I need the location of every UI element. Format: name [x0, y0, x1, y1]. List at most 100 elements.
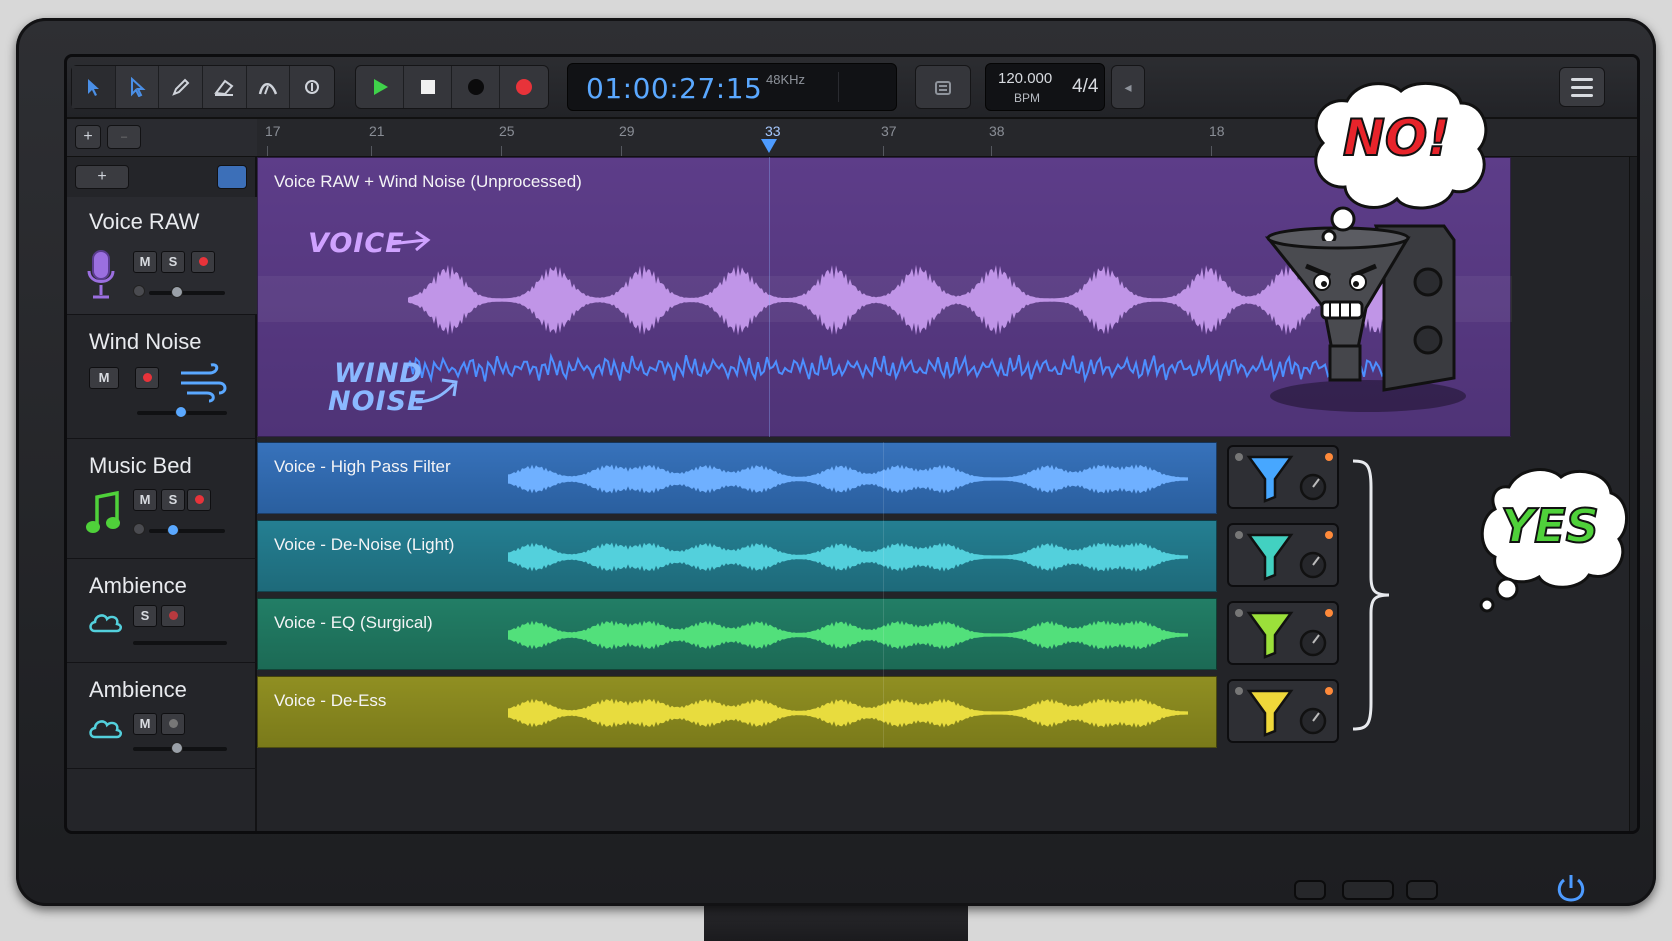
waveform — [508, 542, 1188, 572]
yes-speech-bubble: YES — [1479, 465, 1629, 615]
track-header-wind-noise[interactable]: Wind Noise M — [67, 315, 257, 439]
record-dot-icon — [142, 373, 152, 382]
tool-palette — [71, 65, 335, 109]
clip-voice-high-pass[interactable]: Voice - High Pass Filter — [257, 442, 1217, 514]
eraser-tool-button[interactable] — [203, 66, 247, 108]
record-arm-button[interactable] — [500, 66, 548, 108]
fade-tool-button[interactable] — [247, 66, 291, 108]
track-header-voice-raw[interactable]: Voice RAW M S — [67, 197, 257, 315]
funnel-yellow-icon — [1246, 689, 1327, 737]
clip-voice-de-ess[interactable]: Voice - De-Ess — [257, 676, 1217, 748]
angry-funnel-plugin-icon — [1264, 224, 1466, 412]
header-tools[interactable]: + — [75, 165, 129, 189]
play-button[interactable] — [356, 66, 404, 108]
funnel-teal-icon — [1246, 533, 1327, 581]
timecode-display: 01:00:27:15 — [586, 72, 763, 105]
daw-window: 01:00:27:15 48KHz 120.000 BPM 4/4 ◂ + – … — [64, 54, 1640, 834]
no-speech-bubble: NO! — [1307, 81, 1491, 245]
volume-slider[interactable] — [133, 641, 227, 645]
zoom-tool-button[interactable] — [290, 66, 334, 108]
track-header-ambience-2[interactable]: Ambience M — [67, 663, 257, 769]
stop-icon — [420, 80, 435, 94]
arrow-select-icon — [131, 77, 146, 97]
volume-slider[interactable] — [149, 291, 225, 295]
pencil-tool-button[interactable] — [159, 66, 204, 108]
record-dot-icon — [168, 611, 178, 620]
ruler-mark: 18 — [1209, 123, 1225, 139]
format-display — [838, 72, 888, 102]
ruler-mark: 25 — [499, 123, 515, 139]
tempo-display[interactable]: 120.000 BPM 4/4 — [985, 63, 1105, 111]
vertical-scrollbar[interactable] — [1629, 157, 1637, 831]
power-button[interactable] — [1552, 870, 1590, 908]
metronome-button[interactable] — [915, 65, 971, 109]
zoom-icon — [305, 80, 320, 94]
mute-button[interactable]: M — [89, 367, 119, 389]
solo-button[interactable]: S — [161, 489, 185, 511]
pencil-icon — [171, 78, 190, 96]
arrow-pointer-icon — [88, 79, 100, 96]
clip-voice-eq[interactable]: Voice - EQ (Surgical) — [257, 598, 1217, 670]
record-dot-icon — [194, 495, 204, 504]
volume-slider[interactable] — [149, 529, 225, 533]
record-button[interactable] — [452, 66, 500, 108]
monitor: 01:00:27:15 48KHz 120.000 BPM 4/4 ◂ + – … — [16, 18, 1656, 906]
ruler-mark: 38 — [989, 123, 1005, 139]
record-arm-button[interactable] — [187, 489, 211, 511]
solo-button[interactable]: S — [161, 251, 185, 273]
plugin-de-noise[interactable] — [1227, 523, 1339, 587]
mute-button[interactable]: M — [133, 489, 157, 511]
clip-voice-denoise[interactable]: Voice - De-Noise (Light) — [257, 520, 1217, 592]
mute-button[interactable]: M — [133, 713, 157, 735]
record-arm-button[interactable] — [161, 605, 185, 627]
metronome-toggle[interactable] — [916, 66, 970, 108]
volume-slider-knob[interactable] — [167, 524, 179, 536]
wind-annotation-line2: NOISE — [328, 386, 427, 417]
plugin-de-ess[interactable] — [1227, 679, 1339, 743]
funnel-blue-icon — [1246, 455, 1327, 503]
waveform — [508, 620, 1188, 650]
select-tool-button[interactable] — [116, 66, 160, 108]
monitor-stand — [704, 900, 968, 941]
bracket-icon — [1352, 459, 1390, 731]
pan-knob[interactable] — [133, 523, 145, 535]
count-in-button[interactable]: ◂ — [1111, 65, 1145, 109]
pan-knob[interactable] — [133, 285, 145, 297]
track-header-music-bed[interactable]: Music Bed M S — [67, 439, 257, 559]
volume-slider-knob[interactable] — [175, 406, 187, 418]
track-options-button[interactable]: – — [107, 125, 141, 149]
volume-slider-knob[interactable] — [171, 286, 183, 298]
eraser-icon — [214, 79, 234, 96]
playhead-marker[interactable] — [761, 139, 777, 153]
header-toolbar: + – — [67, 119, 257, 157]
solo-button[interactable]: S — [133, 605, 157, 627]
stop-button[interactable] — [404, 66, 452, 108]
plugin-eq[interactable] — [1227, 601, 1339, 665]
hamburger-icon — [1571, 77, 1593, 81]
monitor-button[interactable] — [1342, 880, 1394, 900]
ruler-mark: 29 — [619, 123, 635, 139]
metronome-icon — [935, 81, 951, 95]
playhead-line — [769, 157, 770, 437]
microphone-icon — [87, 250, 115, 299]
time-display: 01:00:27:15 48KHz — [567, 63, 897, 111]
funnel-green-icon — [1246, 611, 1327, 659]
plugin-high-pass-filter[interactable] — [1227, 445, 1339, 509]
cloud-icon — [89, 614, 122, 633]
header-view-toggle[interactable] — [217, 165, 247, 189]
main-menu-button[interactable] — [1559, 67, 1605, 107]
record-arm-button[interactable] — [191, 251, 215, 273]
ruler-mark: 21 — [369, 123, 385, 139]
ruler-mark: 37 — [881, 123, 897, 139]
add-track-button[interactable]: + — [75, 125, 101, 149]
waveform — [508, 698, 1188, 728]
volume-slider-knob[interactable] — [171, 742, 183, 754]
mute-button[interactable]: M — [133, 251, 157, 273]
monitor-button[interactable] — [1406, 880, 1438, 900]
cloud-icon — [89, 720, 122, 739]
track-header-ambience-1[interactable]: Ambience S — [67, 559, 257, 663]
record-arm-button[interactable] — [135, 367, 159, 389]
monitor-button[interactable] — [1294, 880, 1326, 900]
pan-button[interactable] — [161, 713, 185, 735]
pointer-tool-button[interactable] — [72, 66, 116, 108]
